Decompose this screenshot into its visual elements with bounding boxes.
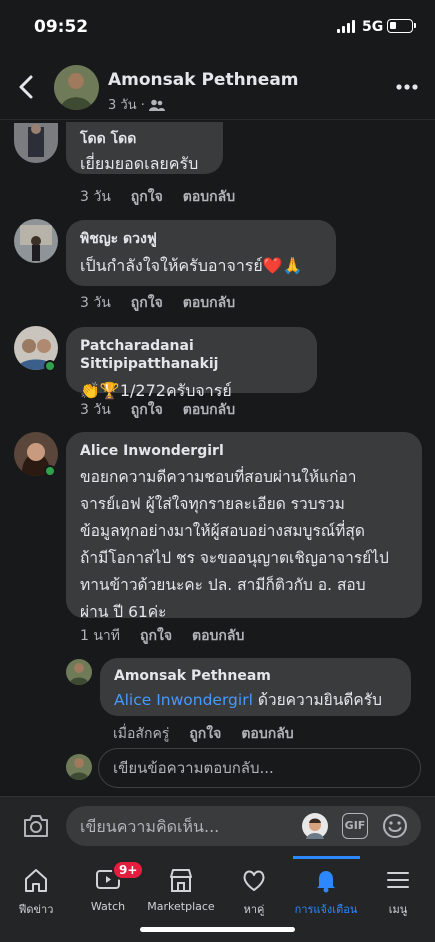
reply-button[interactable]: ตอบกลับ: [183, 186, 235, 208]
comment-time: 3 วัน: [80, 402, 111, 418]
comment-input[interactable]: เขียนความคิดเห็น... GIF: [66, 806, 421, 846]
like-button[interactable]: ถูกใจ: [131, 399, 163, 421]
comment-text: เป็นกำลังใจให้ครับอาจารย์❤️🙏: [80, 256, 303, 275]
online-status-dot: [44, 360, 56, 372]
reply-text-body: ด้วยความยินดีครับ: [252, 691, 382, 709]
comment-text-line: ข้อมูลทุกอย่างมาให้ผู้สอบอย่างสมบูรณ์ที่…: [80, 522, 365, 540]
tab-label: การแจ้งเตือน: [294, 903, 358, 916]
status-time: 09:52: [34, 17, 89, 37]
comment-actions: 3 วัน ถูกใจ ตอบกลับ: [80, 186, 235, 208]
current-user-avatar: [66, 754, 92, 780]
bell-icon: [317, 871, 335, 893]
gif-icon[interactable]: GIF: [342, 813, 368, 839]
comment-time: 1 นาที: [80, 628, 121, 644]
comment-text-line: ขอยกความดีความชอบที่สอบผ่านให้แก่อา: [80, 468, 357, 486]
comment-actions: 3 วัน ถูกใจ ตอบกลับ: [80, 399, 235, 421]
commenter-name[interactable]: Patcharadanai Sittipipatthanakij: [80, 337, 303, 373]
comment-text-line: ถ้ามีโอกาสไป ชร จะขออนุญาตเชิญอาจารย์ไป: [80, 549, 389, 567]
menu-icon: [387, 872, 409, 888]
comment-time: 3 วัน: [80, 189, 111, 205]
tab-marketplace[interactable]: Marketplace: [145, 856, 217, 920]
comment-text-line: ผ่าน ปี 61ค่ะ: [80, 603, 167, 621]
like-button[interactable]: ถูกใจ: [131, 186, 163, 208]
avatar-sticker-icon[interactable]: [302, 813, 328, 839]
status-bar: 09:52 5G: [0, 0, 435, 56]
comment-bubble: Patcharadanai Sittipipatthanakij 👏🏆1/272…: [66, 327, 317, 400]
author-avatar[interactable]: [54, 65, 99, 110]
tab-label: Marketplace: [147, 900, 215, 913]
commenter-name[interactable]: พิชญะ ดวงฟู: [80, 230, 322, 248]
reply-input[interactable]: เขียนข้อความตอบกลับ...: [98, 748, 421, 788]
signal-icon: [337, 20, 355, 33]
tab-dating[interactable]: หาคู่: [218, 856, 290, 920]
comment-input-placeholder: เขียนความคิดเห็น...: [80, 817, 220, 836]
online-status-dot: [44, 465, 56, 477]
mention-link[interactable]: Alice Inwondergirl: [114, 691, 253, 709]
tab-label: Watch: [90, 900, 126, 913]
like-button[interactable]: ถูกใจ: [140, 625, 172, 647]
home-icon: [25, 869, 47, 892]
reply-time: เมื่อสักครู่: [113, 726, 170, 742]
commenter-avatar[interactable]: [14, 123, 58, 163]
comment-actions: 3 วัน ถูกใจ ตอบกลับ: [80, 292, 235, 314]
comment-bubble: พิชญะ ดวงฟู เป็นกำลังใจให้ครับอาจารย์❤️🙏: [66, 220, 336, 286]
more-options-icon[interactable]: [396, 84, 418, 90]
tab-label: หาคู่: [243, 903, 265, 916]
camera-icon[interactable]: [22, 813, 50, 839]
tab-menu[interactable]: เมนู: [362, 856, 434, 920]
like-button[interactable]: ถูกใจ: [189, 723, 221, 745]
comment-text: เยี่ยมยอดเลยครับ: [80, 154, 199, 173]
marketplace-icon: [170, 869, 192, 892]
reply-button[interactable]: ตอบกลับ: [192, 625, 244, 647]
reply-author-name[interactable]: Amonsak Pethneam: [114, 667, 397, 685]
reply-bubble: Amonsak Pethneam Alice Inwondergirl ด้วย…: [100, 658, 411, 716]
comment-actions: 1 นาที ถูกใจ ตอบกลับ: [80, 625, 244, 647]
comment-bubble: Alice Inwondergirl ขอยกความดีความชอบที่ส…: [66, 432, 422, 621]
tab-notifications[interactable]: การแจ้งเตือน: [290, 856, 362, 920]
post-header: Amonsak Pethneam 3 วัน ·: [0, 56, 435, 120]
home-indicator: [140, 927, 295, 932]
author-name[interactable]: Amonsak Pethneam: [108, 70, 299, 90]
battery-icon: [387, 19, 416, 33]
post-meta: 3 วัน ·: [108, 94, 165, 115]
reply-button[interactable]: ตอบกลับ: [241, 723, 293, 745]
reply-button[interactable]: ตอบกลับ: [183, 399, 235, 421]
notification-badge: 9+: [112, 860, 145, 880]
tab-label: เมนู: [388, 903, 408, 916]
comment-bubble: โดด โดด เยี่ยมยอดเลยครับ: [66, 122, 223, 174]
commenter-name[interactable]: Alice Inwondergirl: [80, 442, 408, 460]
reply-actions: เมื่อสักครู่ ถูกใจ ตอบกลับ: [113, 723, 294, 745]
comment-text-line: จารย์เอฟ ผู้ใส่ใจทุกรายละเอียด รวบรวม: [80, 495, 345, 513]
back-arrow-icon[interactable]: [16, 74, 38, 100]
commenter-avatar[interactable]: [14, 219, 58, 263]
like-button[interactable]: ถูกใจ: [131, 292, 163, 314]
heart-icon: [243, 870, 265, 891]
network-label: 5G: [362, 19, 384, 35]
tab-news-feed[interactable]: ฟีดข่าว: [0, 856, 72, 920]
reply-text: Alice Inwondergirl ด้วยความยินดีครับ: [114, 687, 397, 714]
comment-composer: เขียนความคิดเห็น... GIF: [0, 796, 435, 856]
comment-time: 3 วัน: [80, 295, 111, 311]
post-time: 3 วัน ·: [108, 98, 145, 113]
reply-input-placeholder: เขียนข้อความตอบกลับ...: [113, 759, 274, 777]
commenter-name[interactable]: โดด โดด: [80, 130, 209, 148]
comment-text-line: ทานข้าวด้วยนะคะ ปล. สามีก็ติวกับ อ. สอบ: [80, 576, 366, 594]
reply-button[interactable]: ตอบกลับ: [183, 292, 235, 314]
tab-watch[interactable]: 9+ Watch: [72, 856, 145, 920]
friends-audience-icon: [148, 99, 165, 111]
tab-label: ฟีดข่าว: [18, 903, 54, 916]
reply-author-avatar[interactable]: [66, 659, 92, 685]
emoji-icon[interactable]: [381, 812, 409, 840]
comment-text: ขอยกความดีความชอบที่สอบผ่านให้แก่อา จารย…: [80, 464, 408, 626]
